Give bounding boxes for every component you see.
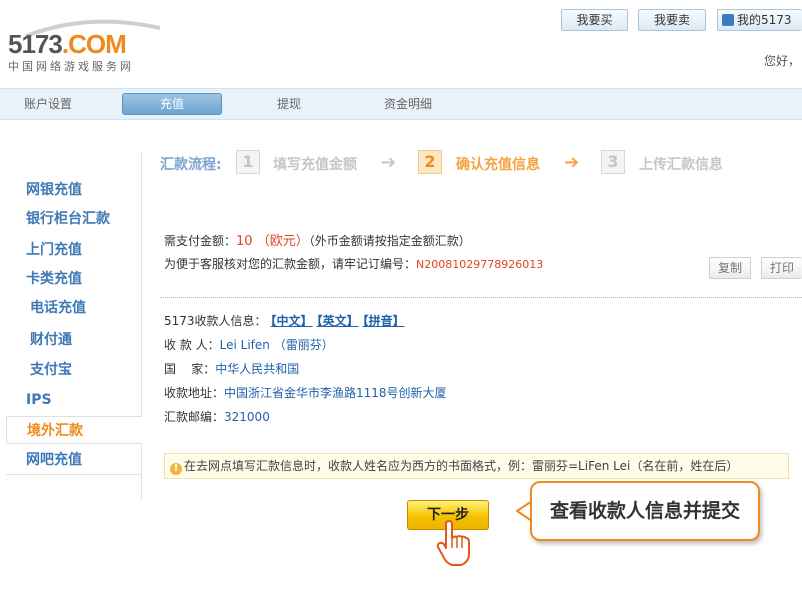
sidebar-item-card[interactable]: 卡类充值 <box>6 265 142 293</box>
logo-subtitle: 中国网络游戏服务网 <box>8 60 134 73</box>
buy-button[interactable]: 我要买 <box>561 9 628 31</box>
site-logo[interactable]: 5173.COM 中国网络游戏服务网 <box>8 14 168 74</box>
step-2-text: 确认充值信息 <box>456 157 540 173</box>
my-account-label: 我的5173 <box>737 13 792 27</box>
step-arrow-icon: ➔ <box>564 152 580 173</box>
address-value: 中国浙江省金华市李渔路1118号创新大厦 <box>224 386 447 400</box>
lang-link-pinyin[interactable]: 【拼音】 <box>363 314 405 328</box>
logo-text-right: .COM <box>61 29 127 59</box>
step-3-number: 3 <box>601 150 625 174</box>
sidebar-item-internet-cafe[interactable]: 网吧充值 <box>6 446 142 474</box>
reference-line: 为便于客服核对您的汇款金额，请牢记订编号：N20081029778926013 <box>164 255 543 272</box>
lang-link-english[interactable]: 【英文】 <box>317 314 359 328</box>
amount-value: 10 （欧元） <box>236 234 309 249</box>
nav-fund-details[interactable]: 资金明细 <box>384 95 432 112</box>
postcode-label: 汇款邮编： <box>164 410 225 424</box>
sidebar-item-phone[interactable]: 电话充值 <box>6 294 142 322</box>
country-line: 国 家：中华人民共和国 <box>164 360 299 377</box>
greeting-text: 您好， <box>764 54 801 68</box>
sidebar-item-tenpay[interactable]: 财付通 <box>6 326 142 354</box>
print-button[interactable]: 打印 <box>761 257 802 279</box>
sidebar-item-bank-counter[interactable]: 银行柜台汇款 <box>6 205 142 233</box>
tip-text: 在去网点填写汇款信息时，收款人姓名应为西方的书面格式，例：雷丽芬=LiFen L… <box>184 459 739 473</box>
sidebar-item-door-to-door[interactable]: 上门充值 <box>6 236 142 264</box>
section-divider <box>160 297 802 298</box>
sidebar-item-alipay[interactable]: 支付宝 <box>6 356 142 384</box>
logo-wordmark: 5173.COM <box>8 29 127 59</box>
copy-button[interactable]: 复制 <box>709 257 751 279</box>
address-line: 收款地址：中国浙江省金华市李渔路1118号创新大厦 <box>164 384 447 401</box>
my-account-button[interactable]: 我的5173 <box>717 9 802 31</box>
country-value: 中华人民共和国 <box>215 362 300 376</box>
payee-value: Lei Lifen （雷丽芬） <box>219 338 334 352</box>
recipient-title-line: 5173收款人信息： 【中文】 【英文】 【拼音】 <box>164 312 405 329</box>
reference-label: 为便于客服核对您的汇款金额，请牢记订编号： <box>164 257 417 271</box>
remittance-steps: 汇款流程: 1 填写充值金额 ➔ 2 确认充值信息 ➔ 3 上传汇款信息 <box>160 148 800 178</box>
recipient-title-label: 5173收款人信息： <box>164 314 267 328</box>
country-label: 国 家： <box>164 362 216 376</box>
sell-button[interactable]: 我要卖 <box>638 9 706 31</box>
home-icon <box>722 14 734 26</box>
main-nav: 账户设置 充值 提现 资金明细 <box>0 88 802 120</box>
instruction-callout: 查看收款人信息并提交 <box>530 481 760 541</box>
payee-label: 收 款 人： <box>164 338 220 352</box>
steps-label: 汇款流程: <box>160 157 222 173</box>
sidebar-item-overseas-remittance[interactable]: 境外汇款 <box>6 416 142 444</box>
hand-pointer-icon <box>436 520 470 566</box>
amount-line: 需支付金额：10 （欧元）（外币金额请按指定金额汇款） <box>164 230 471 249</box>
sidebar-bottom-line <box>6 474 142 475</box>
postcode-line: 汇款邮编：321000 <box>164 408 270 425</box>
nav-withdraw[interactable]: 提现 <box>277 95 301 112</box>
step-1-number: 1 <box>236 150 260 174</box>
logo-text-left: 5173 <box>8 29 63 59</box>
reference-number: N20081029778926013 <box>416 258 544 271</box>
warning-icon: ! <box>170 463 182 475</box>
amount-note: （外币金额请按指定金额汇款） <box>308 234 471 248</box>
amount-label: 需支付金额： <box>164 234 237 248</box>
step-2-number: 2 <box>418 150 442 174</box>
address-label: 收款地址： <box>164 386 225 400</box>
nav-recharge[interactable]: 充值 <box>122 93 222 115</box>
name-format-tip: ! 在去网点填写汇款信息时，收款人姓名应为西方的书面格式，例：雷丽芬=LiFen … <box>164 453 789 479</box>
payee-line: 收 款 人：Lei Lifen （雷丽芬） <box>164 336 334 353</box>
lang-link-chinese[interactable]: 【中文】 <box>271 314 313 328</box>
sidebar-item-ips[interactable]: IPS <box>6 386 142 414</box>
nav-account-settings[interactable]: 账户设置 <box>24 95 72 112</box>
step-arrow-icon: ➔ <box>381 152 397 173</box>
sidebar-item-online-banking[interactable]: 网银充值 <box>6 176 142 204</box>
step-3-text: 上传汇款信息 <box>639 157 723 173</box>
step-1-text: 填写充值金额 <box>273 157 357 173</box>
postcode-value: 321000 <box>224 410 270 424</box>
